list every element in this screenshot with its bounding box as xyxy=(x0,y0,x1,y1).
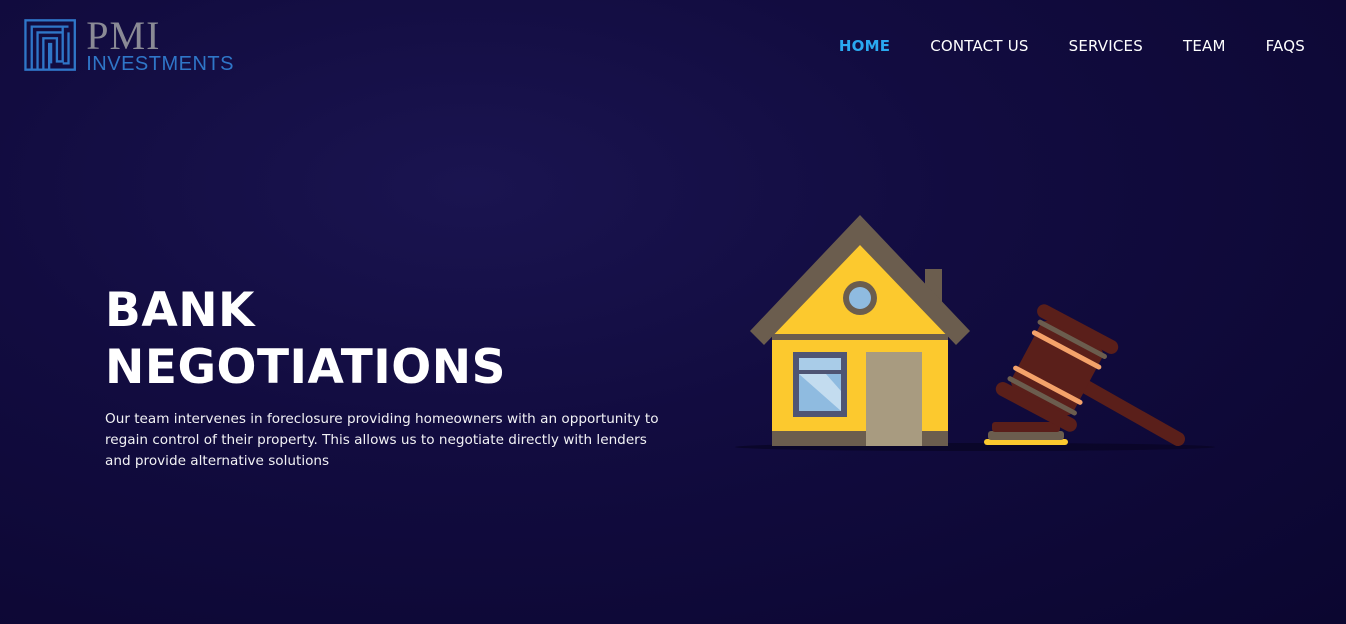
house-icon xyxy=(750,215,970,446)
nav-item-faqs[interactable]: FAQS xyxy=(1266,37,1305,55)
nav-item-services[interactable]: SERVICES xyxy=(1069,37,1143,55)
hero-illustration xyxy=(735,215,1215,451)
logo-text: PMI INVESTMENTS xyxy=(86,13,234,75)
page: PMI INVESTMENTS HOME CONTACT US SERVICES… xyxy=(0,0,1346,624)
pmi-logo-icon xyxy=(24,19,76,71)
hero-description: Our team intervenes in foreclosure provi… xyxy=(105,411,659,469)
nav-item-contact-us[interactable]: CONTACT US xyxy=(930,37,1028,55)
gavel-icon xyxy=(984,304,1185,446)
logo-subtitle: INVESTMENTS xyxy=(86,53,234,75)
site-header: PMI INVESTMENTS HOME CONTACT US SERVICES… xyxy=(0,0,1346,90)
logo[interactable]: PMI INVESTMENTS xyxy=(24,13,234,76)
hero-title: BANK NEGOTIATIONS xyxy=(105,282,625,396)
hero-title-line1: BANK xyxy=(105,283,255,338)
nav-item-team[interactable]: TEAM xyxy=(1183,37,1226,55)
nav-item-home[interactable]: HOME xyxy=(839,37,890,55)
hero-title-line2: NEGOTIATIONS xyxy=(105,340,506,395)
logo-name: PMI xyxy=(86,13,161,58)
main-nav: HOME CONTACT US SERVICES TEAM FAQS xyxy=(839,37,1305,55)
